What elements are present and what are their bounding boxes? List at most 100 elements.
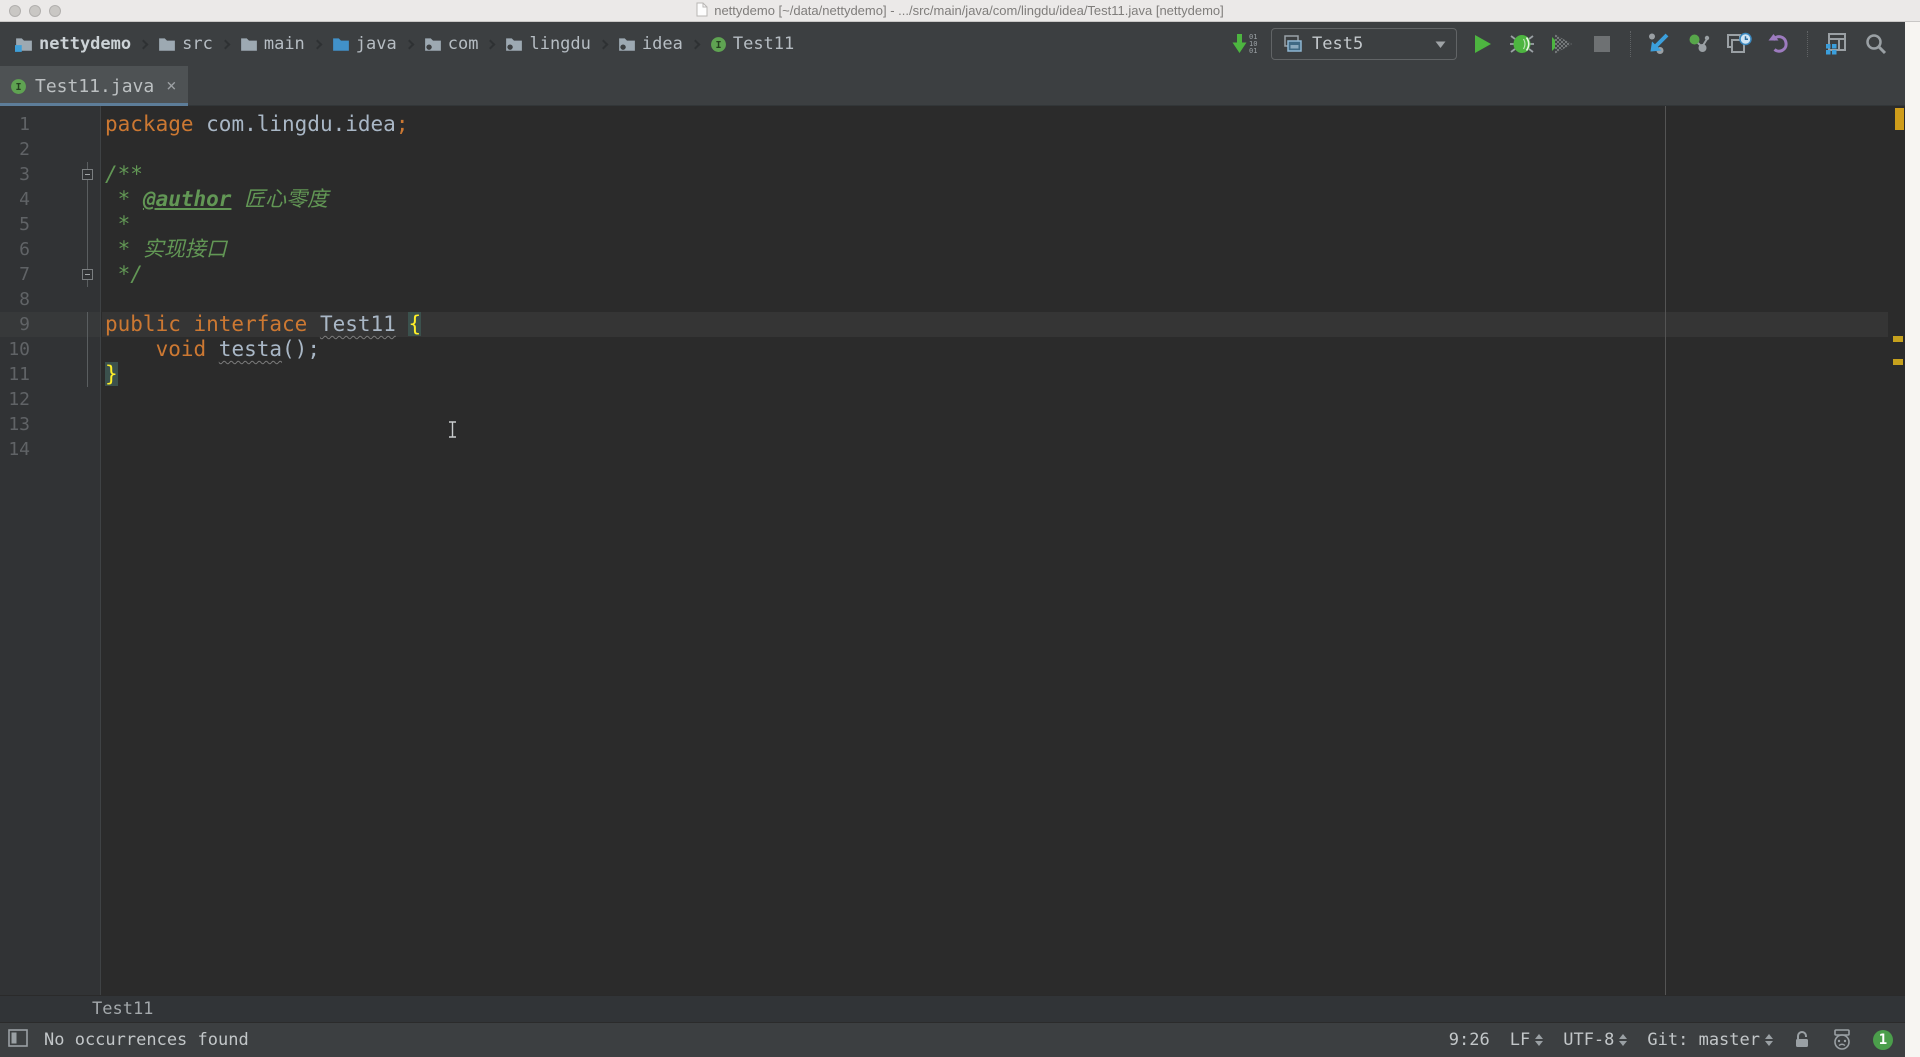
breadcrumb-item-idea[interactable]: idea [615,32,686,56]
gutter-row: 7 [0,262,100,287]
run-icon[interactable] [1467,29,1497,59]
chevron-down-icon [1435,34,1446,54]
code-line-11[interactable]: } [102,362,1888,387]
vcs-update-icon[interactable] [1644,29,1674,59]
code-line-1[interactable]: package com.lingdu.idea; [102,112,1888,137]
caret-position-widget[interactable]: 9:26 [1449,1030,1490,1050]
code-line-6[interactable]: * 实现接口 [102,237,1888,262]
fold-collapse-icon[interactable] [82,269,93,280]
breadcrumb-item-com[interactable]: com [421,32,482,56]
gutter-row: 13 [0,412,100,437]
tab-test11-java[interactable]: I Test11.java × [0,66,188,106]
highlighting-level-hector-icon[interactable] [1831,1029,1853,1051]
close-tab-icon[interactable]: × [166,78,176,95]
macos-titlebar: nettydemo [~/data/nettydemo] - .../src/m… [0,0,1920,22]
close-window-button[interactable] [9,5,21,17]
gutter-row: 5 [0,212,100,237]
fold-region-line [87,237,88,262]
project-structure-icon[interactable] [1821,29,1851,59]
vcs-commit-icon[interactable] [1684,29,1714,59]
gutter-row: 10 [0,337,100,362]
git-branch-widget[interactable]: Git: master [1647,1030,1773,1050]
error-stripe-warning-mark[interactable] [1893,359,1903,365]
encoding-widget[interactable]: UTF-8 [1563,1030,1627,1050]
line-separator-widget[interactable]: LF [1510,1030,1543,1050]
breadcrumb-label: idea [642,34,683,54]
zoom-window-button[interactable] [49,5,61,17]
code-line-12[interactable] [102,387,1888,412]
code-line-7[interactable]: */ [102,262,1888,287]
svg-text:01: 01 [1249,47,1257,55]
breadcrumb-label: lingdu [529,34,590,54]
code-line-2[interactable] [102,137,1888,162]
vcs-rollback-icon[interactable] [1764,29,1794,59]
gutter-row: 4 [0,187,100,212]
chevron-separator-icon [404,39,414,49]
line-number: 1 [8,112,30,137]
code-line-5[interactable]: * [102,212,1888,237]
breadcrumb-item-nettydemo[interactable]: nettydemo [12,32,134,56]
document-icon [696,2,708,20]
vcs-history-icon[interactable] [1724,29,1754,59]
breadcrumb-label: com [448,34,479,54]
code-line-4[interactable]: * @author 匠心零度 [102,187,1888,212]
code-editor[interactable]: 1234567891011121314 package com.lingdu.i… [0,106,1905,995]
code-token: /** [105,162,143,186]
error-stripe-warning-mark[interactable] [1893,336,1903,342]
code-line-13[interactable] [102,412,1888,437]
code-line-10[interactable]: void testa(); [102,337,1888,362]
breadcrumb-item-test11[interactable]: I Test11 [707,32,797,56]
updown-arrows-icon [1535,1034,1543,1046]
code-token [396,312,409,336]
code-line-14[interactable] [102,437,1888,462]
breadcrumb-item-java[interactable]: java [329,32,400,56]
code-line-3[interactable]: /** [102,162,1888,187]
code-area[interactable]: package com.lingdu.idea; /** * @author 匠心… [102,106,1888,995]
mouse-ibeam-cursor [448,421,457,442]
run-with-coverage-icon[interactable] [1547,29,1577,59]
stop-icon[interactable] [1587,29,1617,59]
error-stripe-status-indicator[interactable] [1895,108,1904,130]
code-line-9[interactable]: public interface Test11 { [102,312,1888,337]
breadcrumb-label: Test11 [733,34,794,54]
code-token: ; [307,337,320,361]
update-running-application-icon[interactable]: 011001 [1231,29,1261,59]
gutter-row: 9 [0,312,100,337]
line-number: 13 [8,412,30,437]
code-line-8[interactable] [102,287,1888,312]
breadcrumb-item-lingdu[interactable]: lingdu [502,32,593,56]
window-title-area: nettydemo [~/data/nettydemo] - .../src/m… [0,0,1920,21]
fold-collapse-icon[interactable] [82,169,93,180]
code-token: package [105,112,206,136]
line-number: 7 [8,262,30,287]
minimize-window-button[interactable] [29,5,41,17]
breadcrumb-current-element[interactable]: Test11 [92,999,153,1019]
chevron-separator-icon [486,39,496,49]
search-everywhere-icon[interactable] [1861,29,1891,59]
gutter-row: 1 [0,112,100,137]
breadcrumb-label: nettydemo [39,34,131,54]
write-access-lock-icon[interactable] [1793,1030,1811,1050]
code-token: @author [143,187,232,211]
editor-gutter: 1234567891011121314 [0,106,101,995]
breadcrumb-label: src [182,34,213,54]
code-token [105,337,156,361]
line-number: 4 [8,187,30,212]
gutter-row: 6 [0,237,100,262]
gutter-row: 8 [0,287,100,312]
line-number: 11 [8,362,30,387]
toolwindow-toggle-icon[interactable] [8,1029,28,1052]
debug-icon[interactable] [1507,29,1537,59]
breadcrumb-item-main[interactable]: main [237,32,308,56]
interface-icon: I [710,36,727,53]
package-icon [424,36,442,52]
gutter-row: 11 [0,362,100,387]
run-configuration-select[interactable]: Test5 [1271,28,1457,60]
toolbar-separator [1630,31,1631,57]
fold-region-line [87,362,88,387]
breadcrumb-item-src[interactable]: src [155,32,216,56]
code-token: * [105,212,130,236]
sources-folder-icon [332,36,350,52]
notification-badge[interactable]: 1 [1873,1030,1893,1050]
chevron-separator-icon [220,39,230,49]
